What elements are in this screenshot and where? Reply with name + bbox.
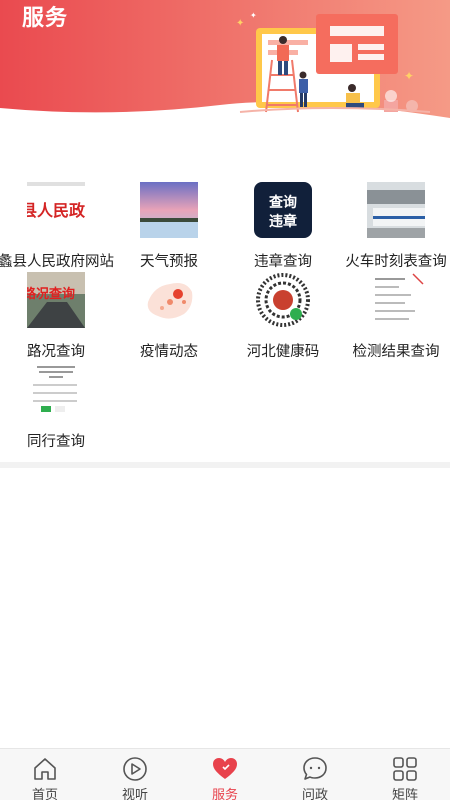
chat-icon	[303, 757, 327, 780]
county-gov-thumb-text: 县人民政	[27, 201, 85, 220]
tab-label: 矩阵	[391, 788, 418, 800]
companion-thumbnail	[27, 362, 85, 418]
service-label: 检测结果查询	[352, 344, 440, 360]
svg-text:查询: 查询	[269, 194, 297, 211]
tab-home[interactable]: 首页	[0, 749, 90, 800]
svg-text:✦: ✦	[250, 11, 257, 20]
heart-icon	[213, 758, 237, 779]
service-page: ✦ ✦ ✦ 服务 县人民政 蠡县人民政府网站 天气预报 查询 违章 违章查询 火…	[0, 0, 450, 800]
svg-text:✦: ✦	[236, 18, 244, 29]
svg-text:✦: ✦	[404, 69, 414, 83]
service-label: 同行查询	[27, 434, 85, 450]
train-thumbnail	[367, 182, 425, 238]
svg-text:违章: 违章	[269, 213, 297, 230]
tab-politics[interactable]: 问政	[270, 749, 360, 800]
play-icon	[123, 757, 147, 781]
tab-matrix[interactable]: 矩阵	[360, 749, 450, 800]
tab-label: 视听	[121, 788, 148, 800]
road-thumbnail: 路况查询	[27, 272, 85, 328]
weather-thumbnail	[140, 182, 198, 238]
header-banner: ✦ ✦ ✦ 服务	[0, 0, 450, 160]
tab-label: 问政	[301, 788, 328, 800]
tab-label: 首页	[31, 788, 58, 800]
test-result-thumbnail	[367, 272, 425, 328]
section-divider	[0, 462, 450, 468]
county-gov-thumbnail: 县人民政	[27, 182, 85, 238]
road-thumb-text: 路况查询	[27, 286, 75, 302]
page-title: 服务	[22, 6, 69, 31]
health-code-thumbnail	[254, 272, 312, 328]
tab-service[interactable]: 服务	[180, 749, 270, 800]
home-icon	[34, 758, 56, 780]
epidemic-map-thumbnail	[140, 272, 198, 328]
bottom-tab-bar: 首页 视听 服务 问政 矩阵	[0, 748, 450, 800]
service-label: 火车时刻表查询	[345, 254, 447, 270]
grid-icon	[393, 757, 417, 781]
violation-thumbnail: 查询 违章	[254, 182, 312, 238]
tab-video[interactable]: 视听	[90, 749, 180, 800]
tab-label: 服务	[211, 788, 238, 800]
